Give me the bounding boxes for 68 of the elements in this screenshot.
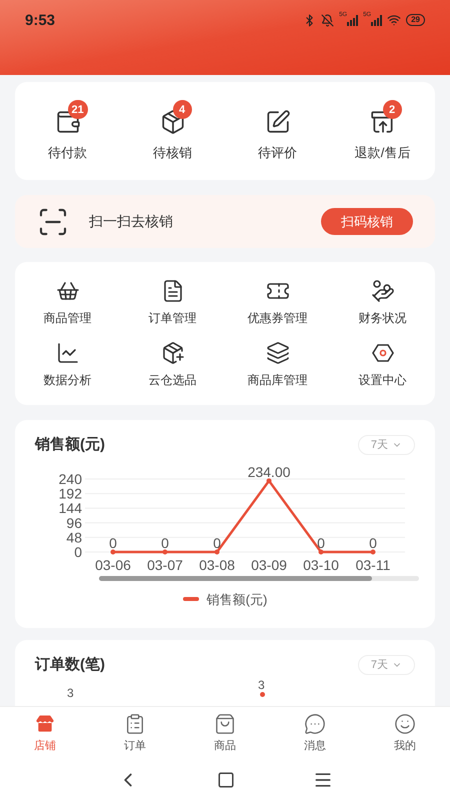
x-axis-label: 03-06	[95, 556, 131, 572]
layers-icon	[266, 340, 290, 364]
data-label: 234.00	[248, 463, 290, 480]
card-title: 销售额(元)	[35, 435, 105, 455]
data-point	[110, 549, 116, 554]
data-label: 0	[317, 534, 325, 550]
tool-item[interactable]: 优惠券管理	[225, 278, 330, 326]
home-icon[interactable]	[217, 771, 235, 789]
tool-item[interactable]: 商品库管理	[225, 340, 330, 388]
data-point	[266, 478, 272, 483]
card-title: 订单数(笔)	[35, 655, 105, 675]
count-badge: 21	[68, 100, 88, 120]
y-axis-label: 144	[58, 500, 82, 516]
x-axis-label: 03-07	[147, 556, 183, 572]
y-axis-label: 0	[74, 544, 82, 560]
data-label: 0	[161, 534, 169, 550]
chart-icon	[56, 340, 80, 364]
tool-item[interactable]: 商品管理	[15, 278, 120, 326]
tool-item[interactable]: 云仓选品	[120, 340, 225, 388]
legend-line	[182, 597, 199, 602]
tool-item[interactable]: 订单管理	[120, 278, 225, 326]
data-label: 3	[258, 678, 265, 690]
tool-item[interactable]: 数据分析	[15, 340, 120, 388]
tab[interactable]: 消息	[270, 707, 360, 760]
order-status-item[interactable]: 待评价	[248, 99, 307, 163]
tab[interactable]: 订单	[90, 707, 180, 760]
order-status-item[interactable]: 2 退款/售后	[344, 99, 420, 163]
clipboard-icon	[124, 712, 146, 735]
x-axis-label: 03-11	[356, 556, 390, 572]
data-label: 0	[213, 534, 221, 550]
y-axis-label: 48	[66, 528, 82, 545]
data-label: 0	[109, 534, 117, 550]
data-point	[318, 549, 324, 554]
order-status-item[interactable]: 21 待付款	[38, 99, 97, 163]
battery-icon: 29	[406, 14, 425, 26]
tool-item[interactable]: 财务状况	[330, 278, 435, 326]
edit-icon	[264, 109, 290, 136]
status-time: 9:53	[25, 11, 56, 31]
scan-button[interactable]: 扫码核销	[321, 208, 413, 235]
scan-prompt: 扫一扫去核销	[89, 212, 174, 231]
data-point	[162, 549, 168, 554]
package-plus-icon	[160, 340, 184, 364]
data-point	[214, 549, 220, 554]
x-axis-label: 03-09	[251, 556, 287, 572]
count-badge: 2	[382, 100, 402, 120]
message-icon	[304, 712, 326, 735]
tool-item[interactable]: 设置中心	[330, 340, 435, 388]
tab[interactable]: 商品	[180, 707, 270, 760]
data-label: 0	[369, 534, 377, 550]
wifi-icon	[387, 13, 402, 27]
mute-icon	[321, 14, 334, 26]
smile-icon	[394, 712, 416, 735]
order-status-item[interactable]: 4 待核销	[143, 99, 202, 163]
y-axis-label: 192	[58, 485, 82, 502]
x-axis-label: 03-10	[303, 556, 339, 572]
tab[interactable]: 我的	[360, 707, 450, 760]
x-axis-label: 03-08	[199, 556, 235, 572]
data-point	[370, 549, 376, 554]
legend-label: 销售额(元)	[206, 590, 268, 609]
tab[interactable]: 店铺	[0, 707, 90, 760]
y-axis-label: 3	[67, 686, 74, 698]
y-axis-label: 96	[66, 514, 82, 530]
bag-icon	[214, 712, 236, 735]
coins-icon	[370, 278, 394, 302]
y-axis-label: 240	[58, 470, 82, 486]
store-icon	[34, 712, 56, 735]
count-badge: 4	[172, 100, 192, 120]
data-point	[260, 692, 265, 696]
